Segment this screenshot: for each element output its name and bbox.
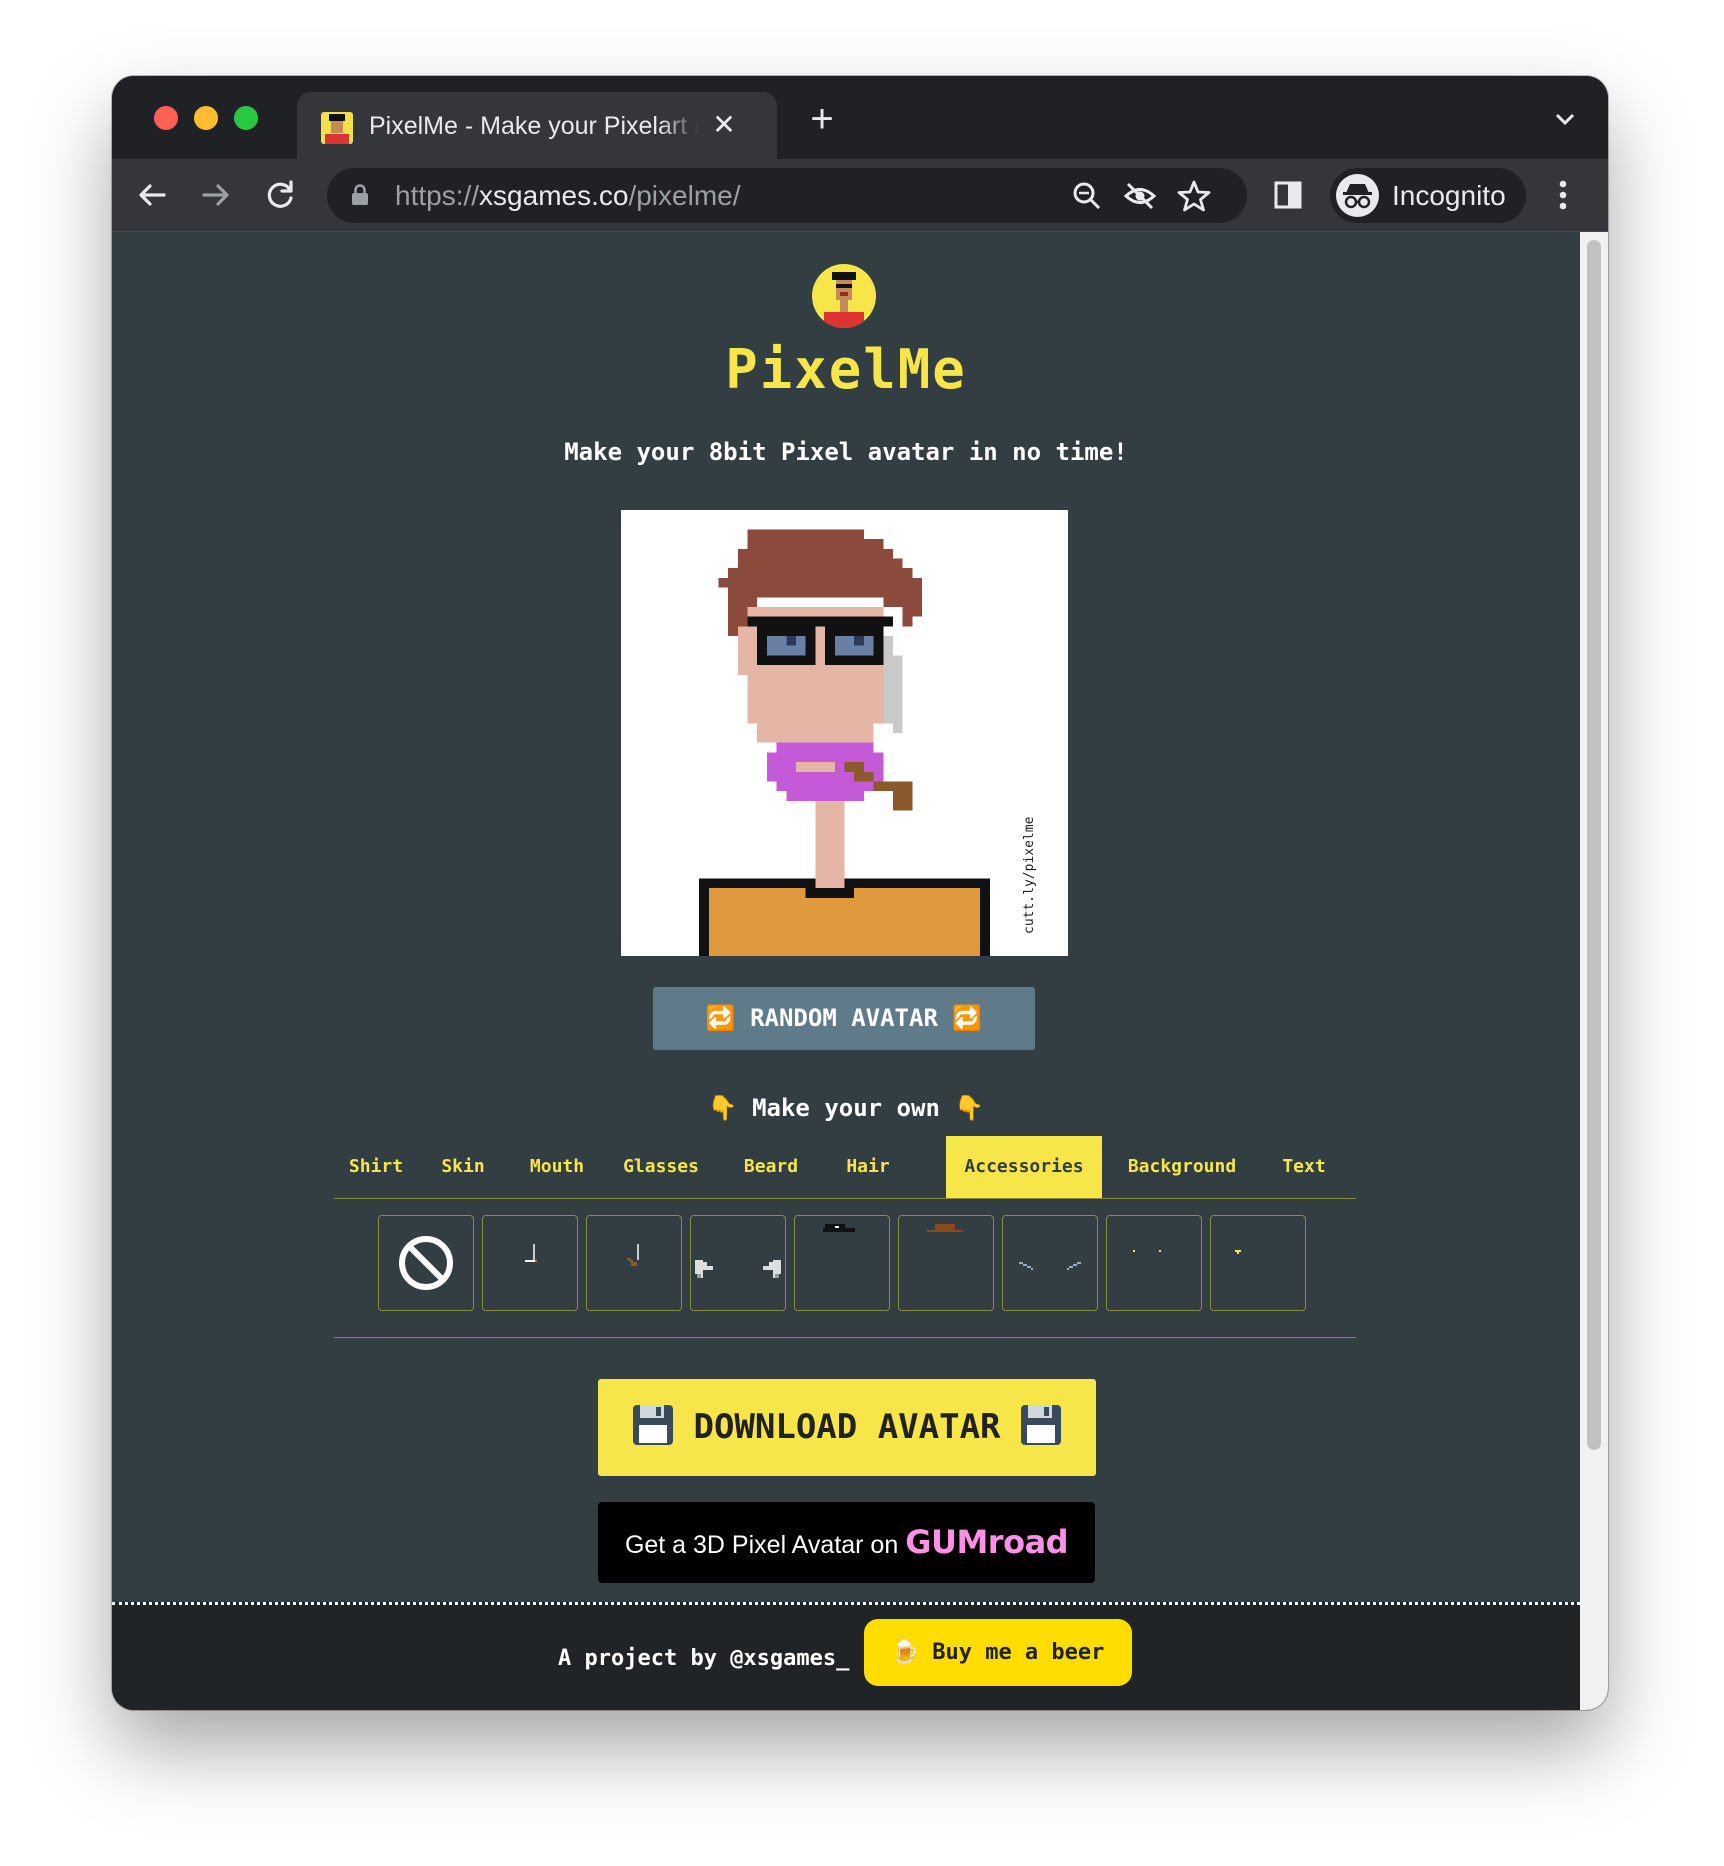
- tab-title: PixelMe - Make your Pixelart avatar: [369, 112, 699, 140]
- footer: A project by @xsgames_ 🍺 Buy me a beer: [112, 1602, 1580, 1710]
- single-stud-icon: [1235, 1250, 1241, 1254]
- headphones-icon: [695, 1260, 781, 1278]
- accessory-pipe-option[interactable]: [586, 1215, 682, 1311]
- browser-toolbar: https://xsgames.co/pixelme/ Incognito: [112, 159, 1608, 232]
- url-text[interactable]: https://xsgames.co/pixelme/: [395, 168, 741, 223]
- tab-glasses[interactable]: Glasses: [606, 1136, 716, 1198]
- bookmark-star-icon[interactable]: [1176, 178, 1212, 214]
- buy-me-a-beer-button[interactable]: 🍺 Buy me a beer: [864, 1619, 1132, 1686]
- category-tabs: Shirt Skin Mouth Glasses Beard Hair Acce…: [334, 1136, 1356, 1199]
- gumroad-promo-text: Get a 3D Pixel Avatar on: [624, 1531, 899, 1559]
- tab-shirt[interactable]: Shirt: [334, 1136, 418, 1198]
- cigarette-icon: [525, 1244, 537, 1262]
- tab-strip: PixelMe - Make your Pixelart avatar ✕ +: [112, 76, 1608, 159]
- tab-search-chevron-icon[interactable]: [1550, 104, 1580, 134]
- footer-credit: A project by @xsgames_: [558, 1646, 850, 1671]
- pixelme-favicon-icon: [321, 112, 353, 144]
- floppy-disk-icon: [633, 1404, 674, 1445]
- incognito-profile-button[interactable]: Incognito: [1330, 168, 1526, 223]
- accessory-stud-earrings-option[interactable]: [1106, 1215, 1202, 1311]
- accessory-cigarette-option[interactable]: [482, 1215, 578, 1311]
- page-content: PixelMe Make your 8bit Pixel avatar in n…: [112, 232, 1580, 1710]
- floppy-disk-icon: [1020, 1404, 1061, 1445]
- page-title: PixelMe: [725, 338, 967, 401]
- close-tab-icon[interactable]: ✕: [709, 110, 739, 140]
- pixelme-logo-icon: [812, 264, 876, 328]
- tab-beard[interactable]: Beard: [724, 1136, 818, 1198]
- back-arrow-icon[interactable]: [130, 173, 174, 217]
- browser-tab[interactable]: PixelMe - Make your Pixelart avatar ✕: [297, 92, 777, 159]
- minimize-window-button[interactable]: [194, 106, 218, 130]
- no-symbol-icon: [399, 1236, 453, 1290]
- stud-earrings-icon: [1133, 1250, 1161, 1252]
- accessory-long-earrings-option[interactable]: [1002, 1215, 1098, 1311]
- maximize-window-button[interactable]: [234, 106, 258, 130]
- incognito-icon: [1336, 174, 1379, 217]
- random-avatar-button[interactable]: 🔁 RANDOM AVATAR 🔁: [653, 987, 1035, 1050]
- close-window-button[interactable]: [154, 106, 178, 130]
- more-menu-icon[interactable]: [1548, 175, 1578, 215]
- avatar-preview: cutt.ly/pixelme: [621, 510, 1068, 956]
- tab-mouth[interactable]: Mouth: [512, 1136, 602, 1198]
- new-tab-button[interactable]: +: [802, 99, 842, 140]
- brown-hat-icon: [927, 1224, 963, 1232]
- black-cap-icon: [823, 1224, 855, 1232]
- forward-arrow-icon[interactable]: [194, 173, 238, 217]
- incognito-label: Incognito: [1392, 180, 1506, 211]
- gumroad-3d-avatar-link[interactable]: Get a 3D Pixel Avatar on GUMroad: [598, 1502, 1095, 1583]
- lock-icon[interactable]: [351, 184, 369, 206]
- accessory-options: [334, 1199, 1356, 1338]
- tab-accessories[interactable]: Accessories: [946, 1136, 1102, 1198]
- avatar-watermark: cutt.ly/pixelme: [1022, 816, 1037, 934]
- page-viewport: PixelMe Make your 8bit Pixel avatar in n…: [112, 232, 1608, 1710]
- gumroad-logo: GUMroad: [905, 1523, 1069, 1561]
- accessory-none-option[interactable]: [378, 1215, 474, 1311]
- tab-hair[interactable]: Hair: [828, 1136, 908, 1198]
- download-avatar-button[interactable]: DOWNLOAD AVATAR: [598, 1379, 1096, 1476]
- tab-background[interactable]: Background: [1110, 1136, 1254, 1198]
- side-panel-icon[interactable]: [1274, 181, 1302, 209]
- tab-text[interactable]: Text: [1264, 1136, 1344, 1198]
- long-earrings-icon: [1019, 1262, 1081, 1270]
- tracking-protection-icon[interactable]: [1122, 178, 1158, 214]
- reload-icon[interactable]: [258, 173, 302, 217]
- scrollbar-track[interactable]: [1580, 232, 1608, 1710]
- zoom-icon[interactable]: [1069, 178, 1105, 214]
- tab-skin[interactable]: Skin: [422, 1136, 504, 1198]
- accessory-single-stud-option[interactable]: [1210, 1215, 1306, 1311]
- tagline: Make your 8bit Pixel avatar in no time!: [564, 438, 1128, 466]
- pipe-icon: [627, 1244, 639, 1266]
- address-bar[interactable]: https://xsgames.co/pixelme/: [327, 168, 1247, 223]
- accessory-brown-hat-option[interactable]: [898, 1215, 994, 1311]
- accessory-black-cap-option[interactable]: [794, 1215, 890, 1311]
- browser-window: PixelMe - Make your Pixelart avatar ✕ + …: [112, 76, 1608, 1710]
- make-your-own-heading: 👇 Make your own 👇: [707, 1094, 985, 1122]
- accessory-headphones-option[interactable]: [690, 1215, 786, 1311]
- download-avatar-label: DOWNLOAD AVATAR: [693, 1407, 1001, 1447]
- scrollbar-thumb[interactable]: [1587, 240, 1601, 1450]
